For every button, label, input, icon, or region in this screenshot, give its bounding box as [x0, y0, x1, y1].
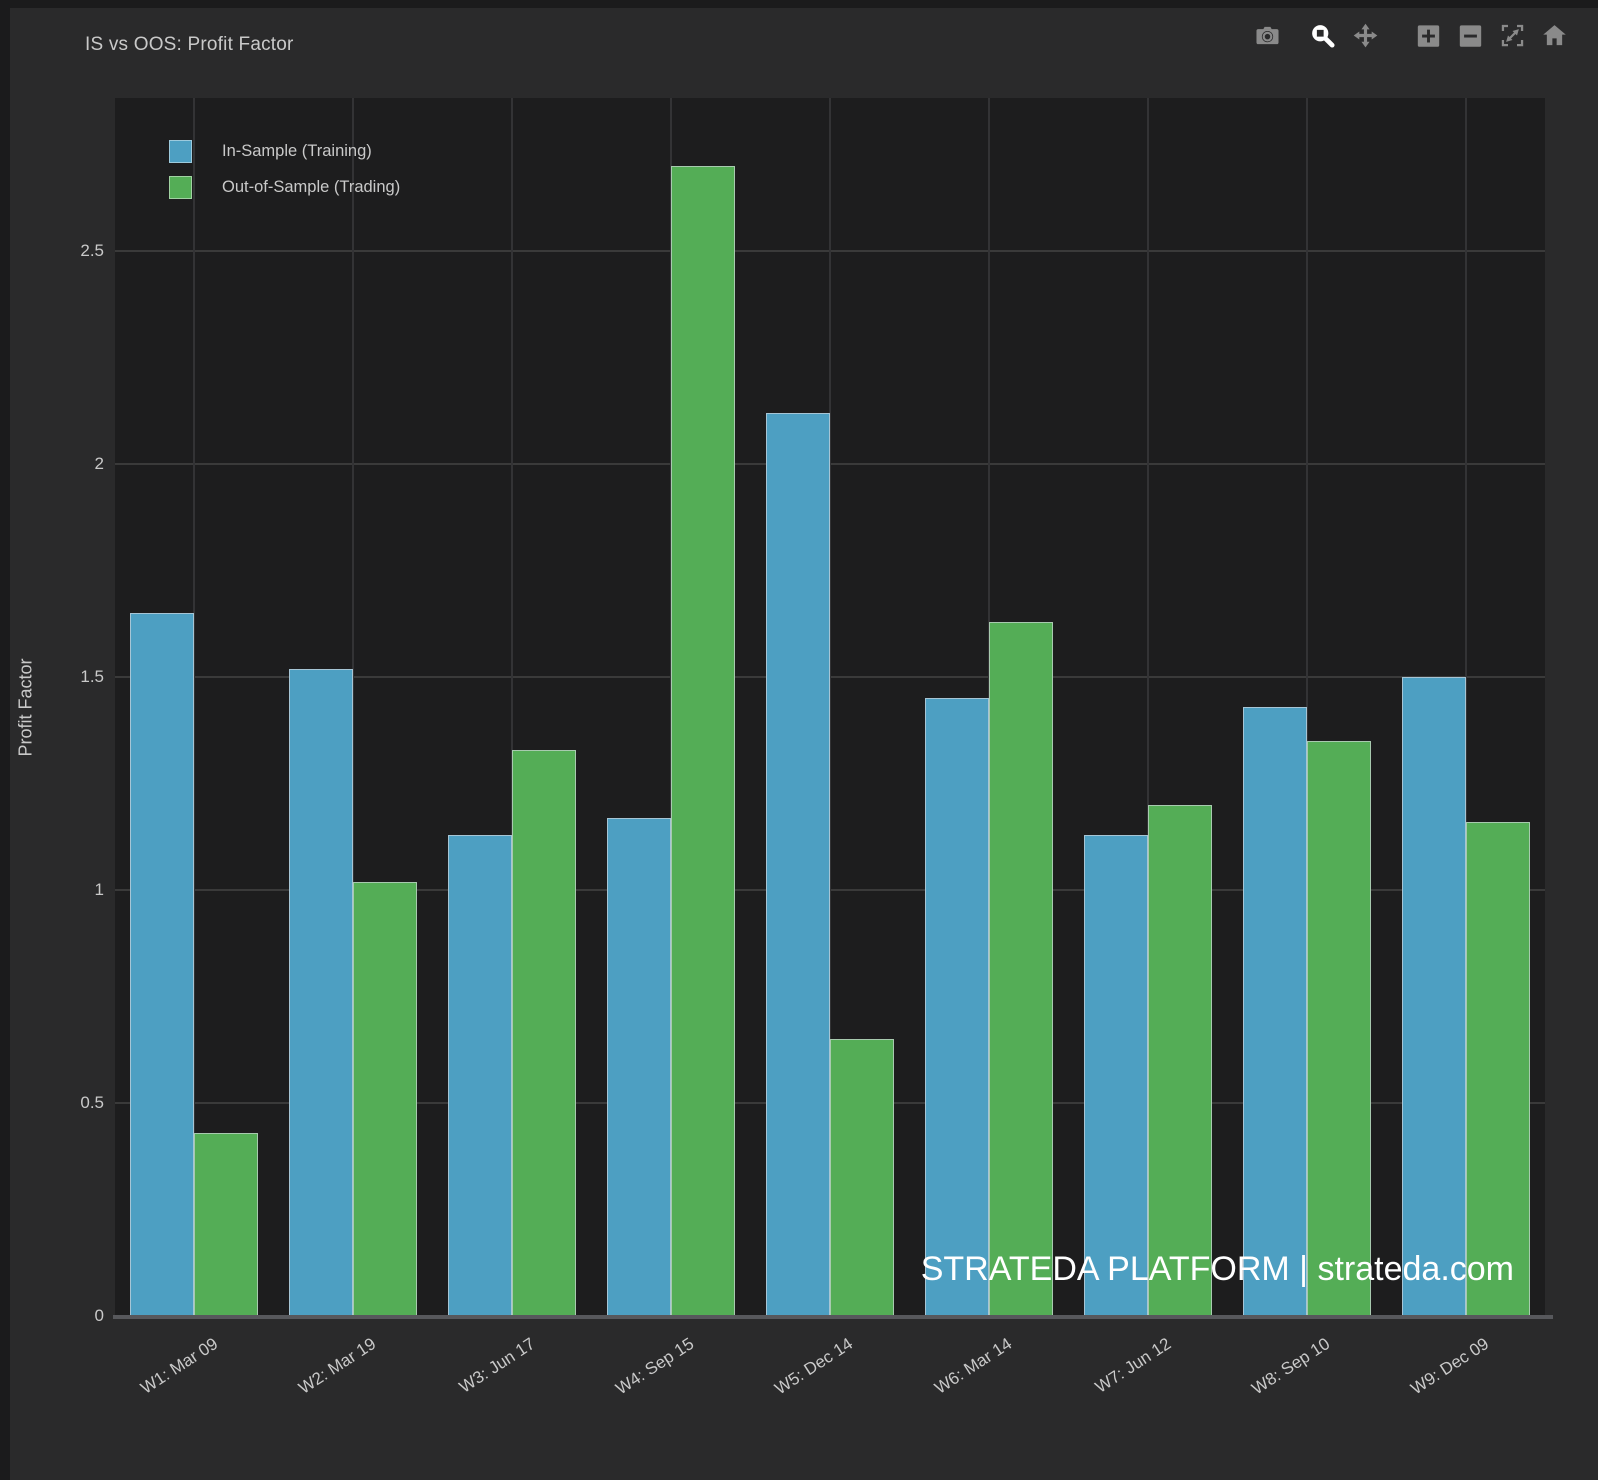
y-tick-label: 0 [94, 1306, 104, 1325]
x-tick-label: W9: Dec 09 [1407, 1334, 1492, 1399]
bar-out-of-sample[interactable] [1147, 804, 1212, 1316]
pan-button[interactable] [1350, 20, 1381, 51]
legend: In-Sample (Training) Out-of-Sample (Tradi… [169, 140, 400, 212]
x-axis-line [113, 1315, 1553, 1319]
bar-in-sample[interactable] [1242, 707, 1307, 1316]
y-axis-title: Profit Factor [15, 658, 36, 757]
legend-swatch-icon [169, 176, 192, 199]
plotly-chart-page: IS vs OOS: Profit Factor 0 0.5 1 1.5 2 2… [0, 0, 1598, 1480]
bar-in-sample[interactable] [1401, 677, 1466, 1316]
x-tick-label: W1: Mar 09 [136, 1334, 221, 1398]
zoom-out-button[interactable] [1455, 20, 1486, 51]
window-edge-top [0, 0, 1598, 8]
legend-label: In-Sample (Training) [222, 142, 372, 160]
x-tick-label: W7: Jun 12 [1091, 1334, 1175, 1397]
bar-in-sample[interactable] [448, 834, 513, 1316]
bar-out-of-sample[interactable] [671, 166, 736, 1316]
y-tick-label: 1 [94, 880, 104, 900]
zoom-out-icon [1459, 25, 1482, 47]
x-tick-label: W3: Jun 17 [456, 1334, 539, 1397]
bar-out-of-sample[interactable] [353, 881, 418, 1316]
home-icon [1543, 25, 1566, 46]
watermark: STRATEDA PLATFORM | strateda.com [920, 1250, 1514, 1288]
zoom-in-icon [1417, 25, 1440, 47]
autoscale-icon [1501, 24, 1524, 47]
legend-item-in-sample[interactable]: In-Sample (Training) [169, 140, 400, 163]
zoom-box-icon [1312, 25, 1335, 48]
pan-icon [1353, 23, 1378, 48]
reset-home-button[interactable] [1539, 20, 1570, 51]
bar-out-of-sample[interactable] [194, 1132, 259, 1316]
y-tick-label: 2 [94, 454, 104, 474]
x-tick-label: W6: Mar 14 [931, 1334, 1016, 1398]
zoom-in-button[interactable] [1413, 20, 1444, 51]
x-tick-label: W5: Dec 14 [771, 1334, 857, 1399]
bar-out-of-sample[interactable] [1306, 741, 1371, 1316]
legend-item-out-of-sample[interactable]: Out-of-Sample (Trading) [169, 176, 400, 199]
x-tick-label: W2: Mar 19 [295, 1334, 380, 1398]
x-tick-label: W8: Sep 10 [1248, 1334, 1334, 1399]
bar-out-of-sample[interactable] [830, 1039, 894, 1316]
modebar [1252, 20, 1570, 51]
bar-in-sample[interactable] [289, 668, 354, 1316]
bar-out-of-sample[interactable] [1465, 822, 1530, 1316]
x-tick-label: W4: Sep 15 [612, 1334, 698, 1399]
bar-out-of-sample[interactable] [512, 749, 577, 1316]
chart-title: IS vs OOS: Profit Factor [85, 34, 294, 55]
bar-in-sample[interactable] [607, 817, 672, 1316]
camera-icon [1256, 26, 1279, 45]
y-tick-label: 2.5 [80, 241, 104, 261]
bar-in-sample[interactable] [766, 413, 830, 1316]
zoom-box-button[interactable] [1307, 20, 1338, 51]
plot-area[interactable] [115, 98, 1545, 1316]
y-tick-label: 0.5 [80, 1093, 104, 1113]
autoscale-button[interactable] [1497, 20, 1528, 51]
legend-label: Out-of-Sample (Trading) [222, 178, 401, 196]
bar-out-of-sample[interactable] [988, 621, 1053, 1316]
bar-in-sample[interactable] [130, 613, 195, 1316]
window-edge-left [0, 0, 10, 1480]
download-camera-button[interactable] [1252, 20, 1283, 51]
bar-in-sample[interactable] [1083, 834, 1148, 1316]
bar-in-sample[interactable] [924, 698, 989, 1316]
legend-swatch-icon [169, 140, 192, 163]
